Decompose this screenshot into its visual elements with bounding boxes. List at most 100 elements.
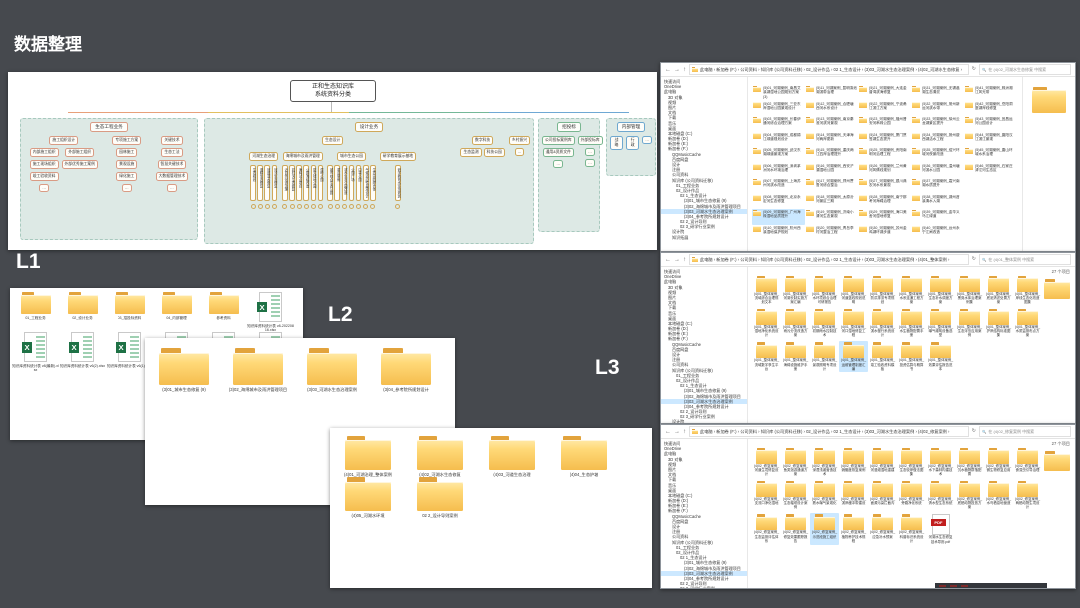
file-item[interactable]: (5)12_河湖案例_合肥塘西河水系设计 <box>805 101 858 117</box>
file-item[interactable]: (3)04_参考院所规划设计 <box>369 348 443 392</box>
file-item[interactable]: (5)23_河湖案例_福州晋安河串珠公园 <box>858 116 911 132</box>
back-button[interactable]: ← <box>665 257 671 263</box>
file-item[interactable]: (4)02_修复案例_植物养护技术规程 <box>839 513 868 544</box>
forward-button[interactable]: → <box>674 429 680 435</box>
file-item[interactable]: (4)02_修复案例_生态驳岸做法图集 <box>897 447 926 477</box>
file-item[interactable]: (4)01_整体案例_初期雨水控制技术 <box>810 308 839 338</box>
file-item[interactable]: 02_设计业务 <box>59 292 106 332</box>
sidebar-item[interactable]: 设计院 <box>661 419 747 423</box>
file-item[interactable]: (4)01_整体案例_生态浮岛应用案例 <box>955 308 984 338</box>
sidebar-item[interactable]: 02 3_研学行业案例 <box>661 586 747 588</box>
file-item[interactable]: (4)01_整体案例_河道蓝线规划说明 <box>839 275 868 305</box>
search-input[interactable]: 🔍在 (4)02_河湖水生态修复 中搜索 <box>979 64 1071 75</box>
up-button[interactable]: ↑ <box>683 67 686 73</box>
sidebar-item[interactable]: 知识拓展 <box>661 235 747 240</box>
file-item[interactable]: (5)30_河湖案例_苏州金鸡湖环湖步道 <box>858 225 911 241</box>
file-item[interactable]: 04_内部管理 <box>153 292 200 332</box>
file-item[interactable]: (4)01_整体案例_曝气增氧设备选型 <box>926 308 955 338</box>
file-item[interactable]: (5)46_河湖案例_石家庄滹沱河生态区 <box>964 163 1017 179</box>
file-item[interactable]: 02 2_设计导则案例 <box>404 477 476 518</box>
file-item[interactable]: (5)19_河湖案例_济南小清河生态景观 <box>805 209 858 225</box>
file-item[interactable]: (4)01_整体案例_景观照明专项设计 <box>810 341 839 371</box>
file-item[interactable]: (5)40_河湖案例_台州永宁江闸改造 <box>911 225 964 241</box>
file-item[interactable]: X知识库资料统计表 v6(2).xlsx <box>59 332 106 372</box>
file-item[interactable]: (5)39_河湖案例_金华义乌江绿道 <box>911 209 964 225</box>
file-item[interactable]: (3)03_河湖水生态治理案例 <box>295 348 369 392</box>
file-item[interactable]: (4)02_修复案例_河漫滩湿地重建 <box>868 447 897 477</box>
file-item[interactable]: (5)44_河湖案例_襄阳汉江滨江景观 <box>964 132 1017 148</box>
forward-button[interactable]: → <box>674 257 680 263</box>
file-item[interactable]: (5)08_河湖案例_北京永定河生态修复 <box>752 194 805 210</box>
file-item[interactable]: (5)29_河湖案例_海口美舍河湿地修复 <box>858 209 911 225</box>
file-item[interactable]: (4)02_修复案例_科普标识系统设计 <box>897 513 926 544</box>
file-item[interactable]: (5)05_河湖案例_武汉东湖绿道景观方案 <box>752 147 805 163</box>
file-item[interactable]: (5)11_河湖案例_昆明滇池湖滨带治理 <box>805 85 858 101</box>
file-item[interactable]: (5)33_河湖案例_徐州云龙湖景区提升 <box>911 116 964 132</box>
file-item[interactable]: (5)38_河湖案例_湖州苕溪清水入湖 <box>911 194 964 210</box>
file-item[interactable]: (4)02_修复案例_食藻虫引导治理 <box>1013 447 1042 477</box>
file-item[interactable]: (4)01_整体案例_效果评估报告范本 <box>926 341 955 371</box>
file-item[interactable]: (4)02_修复案例_微生物修复应用 <box>984 447 1013 477</box>
file-item[interactable]: X知识库资料统计表 v8(最新).xlsx <box>12 332 59 372</box>
file-item[interactable]: (4)01_整体案例_海绵设施维护手册 <box>781 341 810 371</box>
breadcrumb[interactable]: 此电脑 › 新加卷 (F:) › 公司资料 › 知识库 (公司资料迁移) › 0… <box>689 426 969 437</box>
file-item[interactable]: (4)01_整体案例_流域数字孪生平台 <box>752 341 781 371</box>
breadcrumb[interactable]: 此电脑 › 新加卷 (F:) › 公司资料 › 知识库 (公司资料迁移) › 0… <box>689 64 969 75</box>
file-item[interactable]: (5)02_河湖案例_三亚东岸湿地公园景观设计 <box>752 101 805 117</box>
file-item[interactable]: (4)01_整体案例_水质监测布点方案 <box>1013 308 1042 338</box>
file-item[interactable]: (4)01_整体案例_护岸结构标准图集 <box>984 308 1013 338</box>
file-item[interactable]: (4)01_整体案例_滨水慢行系统设计 <box>868 308 897 338</box>
file-item[interactable]: (5)45_河湖案例_唐山环城水系治理 <box>964 147 1017 163</box>
breadcrumb[interactable]: 此电脑 › 新加卷 (F:) › 公司资料 › 知识库 (公司资料迁移) › 0… <box>689 254 969 265</box>
file-item[interactable]: (4)01_整体案例_雨污分流改造方案 <box>781 308 810 338</box>
file-item[interactable]: (5)43_河湖案例_宜昌运河公园设计 <box>964 116 1017 132</box>
file-item[interactable]: (4)01_整体案例_岸线生态化改造图集 <box>1013 275 1042 305</box>
file-item[interactable]: (4)01_整体案例_水环境综合治理可研报告 <box>810 275 839 305</box>
file-item[interactable]: (5)03_河湖案例_长春伊通河综合治理方案 <box>752 116 805 132</box>
file-item[interactable]: (5)21_河湖案例_大连金普湾滨海修复 <box>858 85 911 101</box>
file-item[interactable]: (5)41_河湖案例_株洲湘江风光带 <box>964 85 1017 101</box>
file-item[interactable]: (4)05_河湖水环境 <box>332 477 404 518</box>
file-item[interactable]: PDF河湖水生态修复技术导则.pdf <box>926 513 955 544</box>
file-item[interactable]: (4)02_修复案例_鱼类洄游通道方案 <box>781 447 810 477</box>
file-item[interactable]: (4)04_生态护坡 <box>548 436 620 477</box>
file-item[interactable]: (4)01_整体案例_黑臭水体治理案例集 <box>955 275 984 305</box>
file-item[interactable]: (4)02_修复案例_滨岸缓冲带建设 <box>839 480 868 510</box>
up-button[interactable]: ↑ <box>683 429 686 435</box>
file-item[interactable]: (4)02_修复案例_修复效果跟踪报告 <box>781 513 810 544</box>
up-button[interactable]: ↑ <box>683 257 686 263</box>
file-item[interactable]: (5)20_河湖案例_青岛李村河整治工程 <box>805 225 858 241</box>
refresh-icon[interactable]: ↻ <box>972 429 976 434</box>
file-item[interactable]: (4)01_整体案例_生态补水调度方案 <box>926 275 955 305</box>
file-item[interactable]: (5)18_河湖案例_太原汾河景区三期 <box>805 194 858 210</box>
file-item[interactable]: (5)17_河湖案例_郑州贾鲁河综合整治 <box>805 178 858 194</box>
file-item[interactable]: (4)02_修复案例_清水型生态系统 <box>926 480 955 510</box>
file-item[interactable]: (5)07_河湖案例_上海苏州河滨水改造 <box>752 178 805 194</box>
file-item[interactable]: (5)04_河湖案例_成都锦江绿道规划设计 <box>752 132 805 148</box>
file-item[interactable]: (4)01_整体案例_竣工验收资料模板 <box>868 341 897 371</box>
file-item[interactable]: (5)14_河湖案例_天津海河两岸更新 <box>805 132 858 148</box>
file-item[interactable]: (4)01_整体案例_河口湿地修复工程 <box>839 308 868 338</box>
file-item[interactable]: (4)02_修复案例_两栖动物生境设计 <box>1013 480 1042 510</box>
file-item[interactable]: (4)01_整体案例_水生植物配置手册 <box>897 308 926 338</box>
file-item[interactable]: (4)02_河湖水生态修复 <box>404 436 476 477</box>
file-item[interactable]: (4)02_修复案例_示范段施工组织 <box>810 513 839 544</box>
file-item[interactable]: (5)24_河湖案例_厦门筼筜湖生态提升 <box>858 132 911 148</box>
file-item[interactable]: (5)34_河湖案例_扬州瘦西湖活水工程 <box>911 132 964 148</box>
file-item[interactable]: (5)01_河湖案例_南昌艾溪湖湿地公园规划方案 (3) <box>752 85 805 101</box>
file-item[interactable]: (5)32_河湖案例_常州新运河滨水带 <box>911 101 964 117</box>
file-item[interactable]: (5)28_河湖案例_南宁那考河海绵治理 <box>858 194 911 210</box>
file-item[interactable]: (5)42_河湖案例_岳阳洞庭湖岸线修复 <box>964 101 1017 117</box>
file-item[interactable]: (4)02_修复案例_面源污染拦截沟 <box>868 480 897 510</box>
back-button[interactable]: ← <box>665 67 671 73</box>
file-item[interactable]: (4)01_整体案例_湿地净化系统设计 <box>752 308 781 338</box>
file-item[interactable]: (5)13_河湖案例_南京秦淮河滨河景观 <box>805 116 858 132</box>
file-item[interactable]: (4)02_修复案例_应急补水预案 <box>868 513 897 544</box>
file-item[interactable]: 03_招投标资料 <box>106 292 153 332</box>
search-input[interactable]: 🔍在 (4)01_整体案例 中搜索 <box>979 254 1071 265</box>
file-item[interactable]: (4)02_修复案例_旁路净化系统 <box>897 480 926 510</box>
file-item[interactable]: (4)02_修复案例_生态监测评估体系 <box>752 513 781 544</box>
file-item[interactable]: (4)01_整体案例_投资估算与概算书 <box>897 341 926 371</box>
forward-button[interactable]: → <box>674 67 680 73</box>
file-item[interactable]: (5)31_河湖案例_无锡蠡湖生态清淤 <box>911 85 964 101</box>
